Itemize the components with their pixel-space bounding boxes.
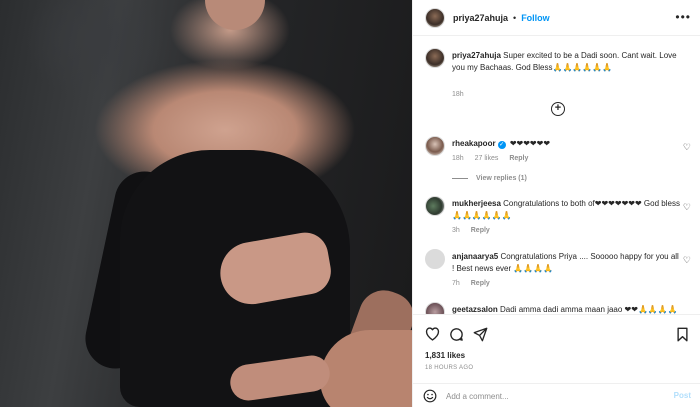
avatar[interactable] [425, 302, 445, 314]
emoji-icon[interactable] [423, 389, 437, 403]
comment-username[interactable]: anjanaarya5 [452, 252, 498, 261]
post-header: priya27ahuja • Follow ••• [413, 0, 700, 36]
view-replies-label: View replies (1) [476, 175, 527, 182]
load-more-icon[interactable]: + [551, 102, 565, 116]
reply-button[interactable]: Reply [509, 155, 528, 162]
divider [452, 178, 468, 179]
author-username[interactable]: priya27ahuja [453, 13, 508, 23]
comment-input[interactable] [446, 388, 656, 404]
photo-chin [205, 0, 265, 30]
reply-button[interactable]: Reply [471, 227, 490, 234]
like-comment-icon[interactable]: ♡ [683, 142, 691, 153]
avatar[interactable] [425, 7, 445, 28]
comment-likes[interactable]: 27 likes [475, 155, 499, 162]
comment-time: 3h [452, 227, 460, 234]
comment-time: 7h [452, 280, 460, 287]
add-comment-bar: Post [413, 383, 700, 407]
view-replies-button[interactable]: View replies (1) [452, 175, 527, 182]
comment-username[interactable]: mukherjeesa [452, 199, 501, 208]
share-icon[interactable] [471, 325, 489, 343]
comment-icon[interactable] [447, 325, 465, 343]
caption-username[interactable]: priya27ahuja [452, 51, 501, 60]
reply-button[interactable]: Reply [471, 280, 490, 287]
avatar[interactable] [425, 136, 445, 156]
avatar[interactable] [425, 196, 445, 216]
post-button[interactable]: Post [674, 391, 691, 400]
comments-list[interactable]: priya27ahuja Super excited to be a Dadi … [413, 36, 700, 314]
comment-text: ❤❤❤❤❤❤ [509, 139, 551, 148]
bookmark-icon[interactable] [673, 325, 691, 343]
comment-username[interactable]: geetazsalon [452, 305, 498, 314]
likes-count[interactable]: 1,831 likes [425, 351, 465, 360]
verified-icon: ✓ [497, 141, 506, 149]
comment-time: 18h [452, 155, 464, 162]
heart-icon[interactable] [423, 325, 441, 343]
avatar[interactable] [425, 249, 445, 269]
comment-username[interactable]: rheakapoor [452, 139, 496, 148]
follow-button[interactable]: Follow [521, 13, 550, 23]
post-panel: priya27ahuja • Follow ••• priya27ahuja S… [412, 0, 700, 407]
like-comment-icon[interactable]: ♡ [683, 255, 691, 266]
separator-dot: • [513, 12, 517, 23]
post-timestamp: 18 HOURS AGO [425, 365, 474, 371]
avatar[interactable] [425, 48, 445, 68]
action-bar: 1,831 likes 18 HOURS AGO Post [413, 314, 700, 407]
post-image[interactable] [0, 0, 412, 407]
like-comment-icon[interactable]: ♡ [683, 202, 691, 213]
caption-time: 18h [452, 91, 464, 98]
comment-text: Dadi amma dadi amma maan jaao ❤❤🙏🙏🙏🙏 [500, 305, 678, 314]
more-options-icon[interactable]: ••• [675, 10, 691, 24]
